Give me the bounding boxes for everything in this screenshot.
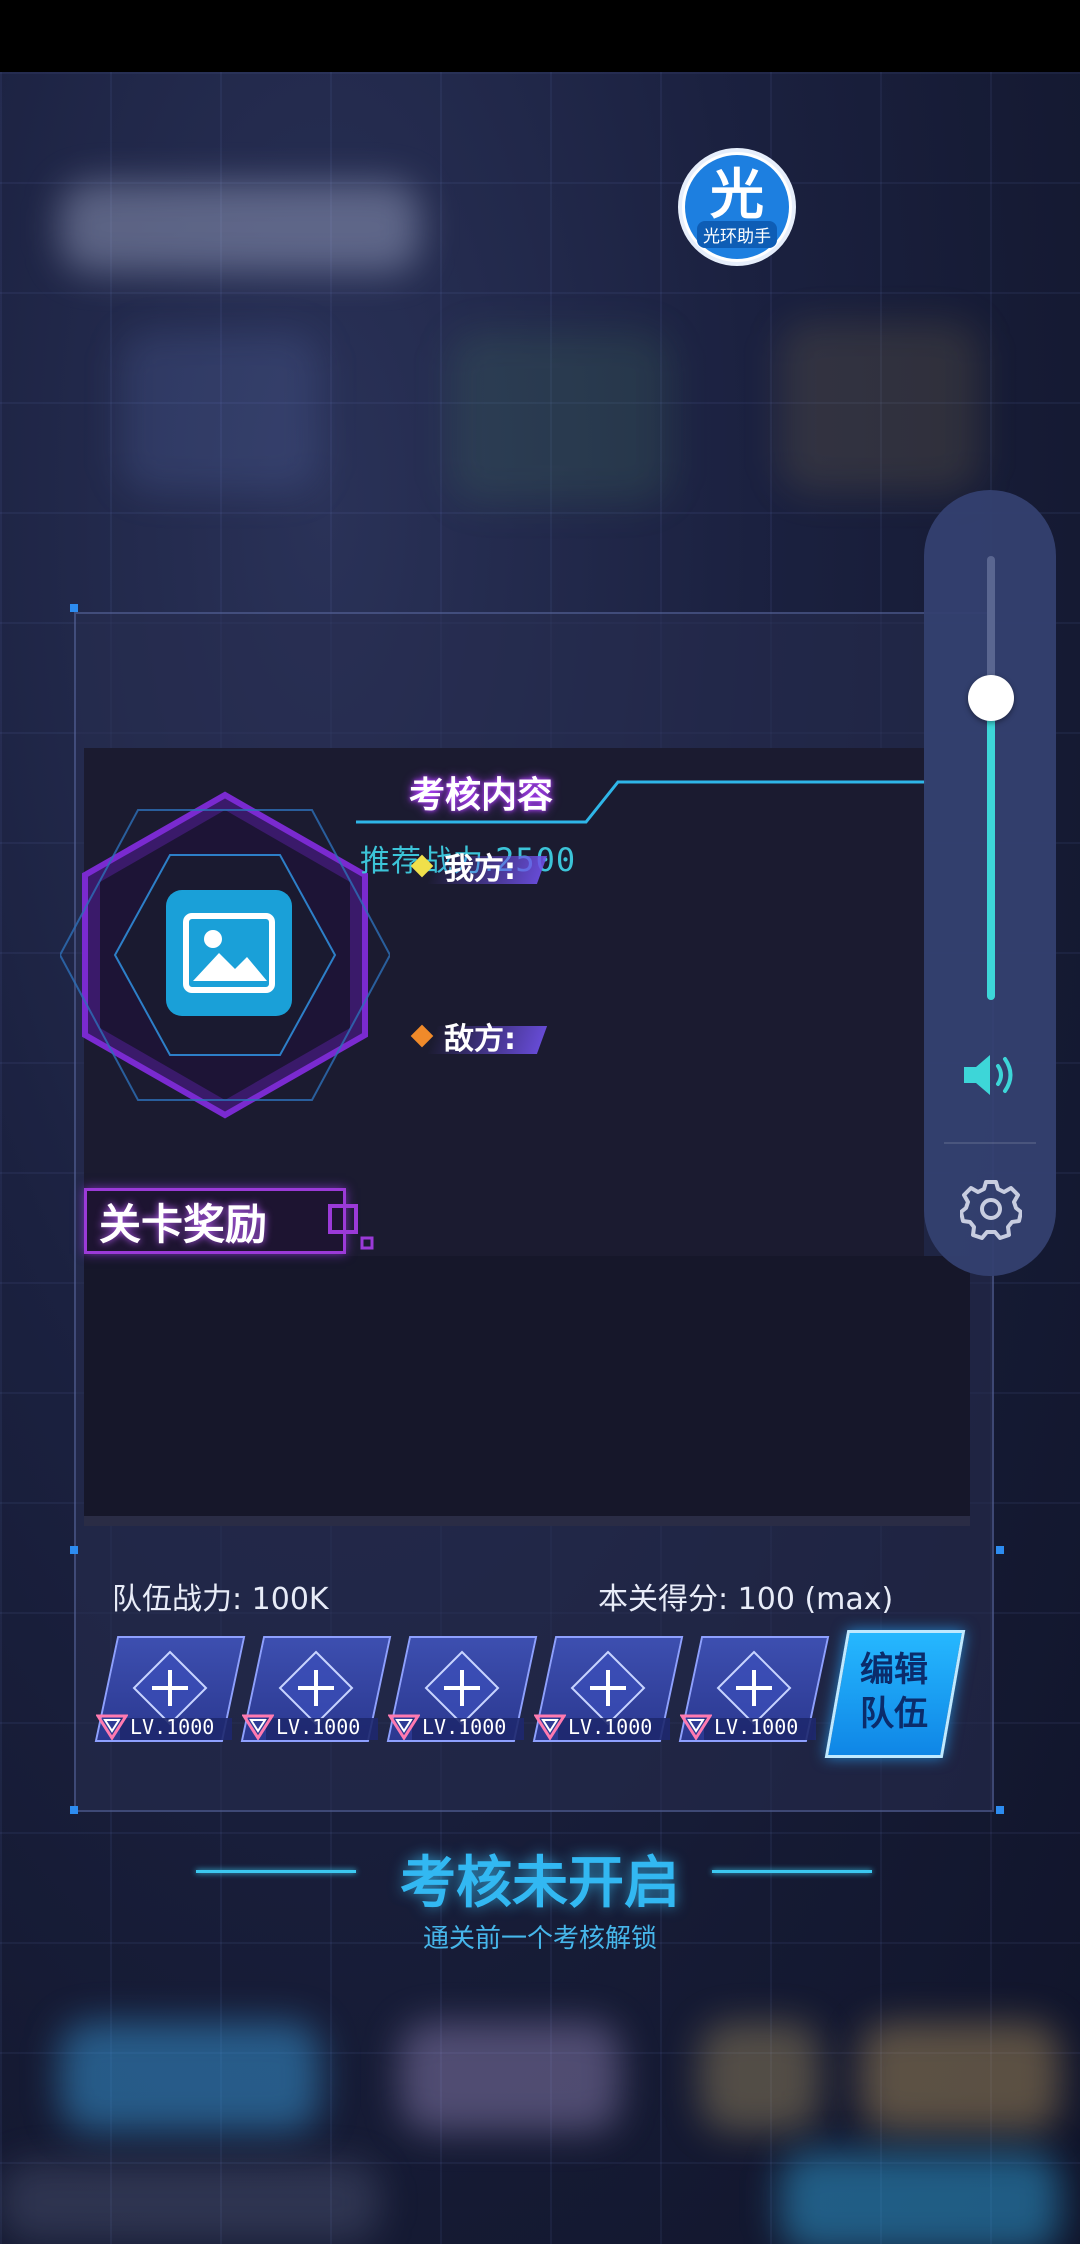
reward-title-ornament	[328, 1204, 374, 1250]
enemy-label: 敌方:	[410, 1018, 548, 1057]
team-power: 队伍战力: 100K	[112, 1582, 329, 1617]
slot-level: LV.1000	[130, 1715, 215, 1739]
volume-divider	[944, 1142, 1036, 1144]
assessment-status-subtitle: 通关前一个考核解锁	[422, 1924, 657, 1954]
volume-panel	[924, 490, 1056, 1276]
rank-icon	[388, 1714, 420, 1740]
rank-icon	[534, 1714, 566, 1740]
corner-marker	[996, 1806, 1004, 1814]
team-slot[interactable]: LV.1000	[678, 1636, 830, 1744]
slot-level: LV.1000	[568, 1715, 653, 1739]
corner-marker	[70, 1806, 78, 1814]
corner-marker	[70, 1546, 78, 1554]
team-slot[interactable]: LV.1000	[94, 1636, 246, 1744]
team-slot[interactable]: LV.1000	[532, 1636, 684, 1744]
gear-icon[interactable]	[960, 1178, 1022, 1240]
edit-team-button[interactable]: 编辑 队伍	[824, 1630, 966, 1760]
ally-label: 我方:	[410, 848, 548, 887]
stage-score: 本关得分: 100 (max)	[598, 1582, 894, 1617]
stage-rewards-title: 关卡奖励	[84, 1188, 346, 1254]
helper-logo-label: 光环助手	[697, 220, 777, 248]
rewards-area	[84, 1256, 970, 1526]
volume-slider[interactable]	[987, 556, 995, 1000]
volume-slider-handle[interactable]	[968, 675, 1014, 721]
rank-icon	[680, 1714, 712, 1740]
stage-image-icon	[166, 890, 292, 1016]
speaker-icon[interactable]	[960, 1050, 1020, 1100]
corner-marker	[996, 1546, 1004, 1554]
rank-icon	[242, 1714, 274, 1740]
helper-logo-char: 光	[710, 162, 764, 226]
team-slot[interactable]: LV.1000	[240, 1636, 392, 1744]
edit-team-line1: 编辑	[860, 1650, 928, 1690]
volume-fill	[987, 698, 995, 1000]
team-slot[interactable]: LV.1000	[386, 1636, 538, 1744]
edit-team-line2: 队伍	[860, 1694, 928, 1734]
slot-level: LV.1000	[714, 1715, 799, 1739]
helper-app-logo[interactable]: 光 光环助手	[678, 148, 796, 266]
status-bar	[0, 0, 1080, 72]
corner-marker	[70, 604, 78, 612]
assessment-status-title: 考核未开启	[400, 1851, 680, 1916]
slot-level: LV.1000	[276, 1715, 361, 1739]
assessment-title: 考核内容	[408, 775, 553, 816]
slot-level: LV.1000	[422, 1715, 507, 1739]
rank-icon	[96, 1714, 128, 1740]
